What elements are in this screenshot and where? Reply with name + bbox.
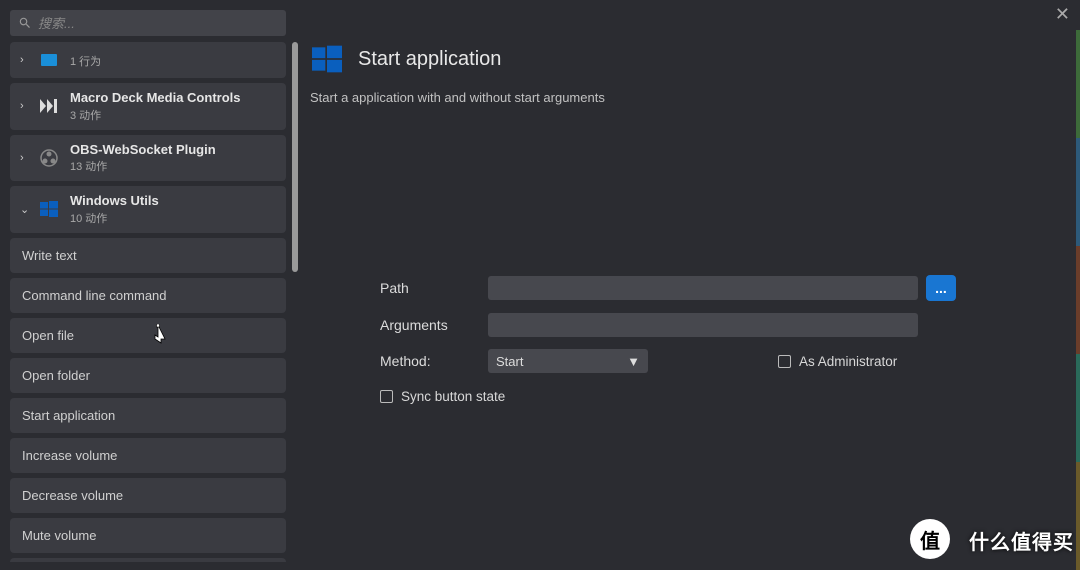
checkbox-icon	[380, 390, 393, 403]
watermark-text: 什么值得买	[969, 526, 1074, 555]
plugin-item-media[interactable]: › Macro Deck Media Controls 3 动作	[10, 83, 286, 130]
plugin-subtitle: 10 动作	[70, 210, 159, 226]
plugin-title: Windows Utils	[70, 193, 159, 209]
path-label: Path	[380, 280, 488, 296]
chevron-down-icon: ▼	[627, 354, 640, 369]
plugin-title: OBS-WebSocket Plugin	[70, 142, 216, 158]
action-decrease-volume[interactable]: Decrease volume	[10, 478, 286, 513]
plugin-subtitle: 13 动作	[70, 158, 216, 174]
sync-label: Sync button state	[401, 389, 505, 404]
chevron-right-icon: ›	[20, 54, 32, 66]
plugin-subtitle: 1 行为	[70, 53, 101, 69]
search-icon	[18, 16, 32, 30]
arguments-input[interactable]	[488, 313, 918, 337]
media-icon	[38, 95, 60, 117]
windows-icon	[38, 198, 60, 220]
windows-icon	[310, 42, 344, 76]
chevron-right-icon: ›	[20, 152, 32, 164]
chevron-down-icon: ⌄	[20, 203, 32, 216]
arguments-label: Arguments	[380, 317, 488, 333]
method-select[interactable]: Start ▼	[488, 349, 648, 373]
action-increase-volume[interactable]: Increase volume	[10, 438, 286, 473]
search-input[interactable]	[38, 16, 278, 31]
sync-checkbox[interactable]: Sync button state	[310, 389, 1060, 404]
page-description: Start a application with and without sta…	[310, 90, 1060, 105]
search-bar[interactable]	[10, 10, 286, 36]
close-button[interactable]: ✕	[1055, 4, 1070, 25]
action-write-text[interactable]: Write text	[10, 238, 286, 273]
checkbox-icon	[778, 355, 791, 368]
action-open-folder[interactable]: Open folder	[10, 358, 286, 393]
edge-decoration	[1076, 30, 1080, 570]
plugin-item-windows[interactable]: ⌄ Windows Utils 10 动作	[10, 186, 286, 233]
method-label: Method:	[380, 353, 488, 369]
plugin-item-obs[interactable]: › OBS-WebSocket Plugin 13 动作	[10, 135, 286, 182]
chevron-right-icon: ›	[20, 100, 32, 112]
browse-button[interactable]: ...	[926, 275, 956, 301]
action-open-file[interactable]: Open file	[10, 318, 286, 353]
admin-checkbox[interactable]: As Administrator	[778, 354, 897, 369]
watermark-badge: 值	[910, 519, 950, 559]
plugin-title: Macro Deck Media Controls	[70, 90, 241, 106]
action-mute-volume[interactable]: Mute volume	[10, 518, 286, 553]
plugin-item[interactable]: › 1 行为	[10, 42, 286, 78]
action-command-line[interactable]: Command line command	[10, 278, 286, 313]
obs-icon	[38, 147, 60, 169]
admin-label: As Administrator	[799, 354, 897, 369]
plugin-icon	[38, 49, 60, 71]
plugin-subtitle: 3 动作	[70, 107, 241, 123]
action-start-application[interactable]: Start application	[10, 398, 286, 433]
main-panel: Start application Start a application wi…	[310, 42, 1060, 559]
path-input[interactable]	[488, 276, 918, 300]
scrollbar-thumb[interactable]	[292, 42, 298, 272]
action-explorer-control[interactable]: Explorer control	[10, 558, 286, 562]
method-value: Start	[496, 354, 523, 369]
sidebar: › 1 行为 › Macro Deck Media Controls 3 动作 …	[10, 42, 286, 562]
page-title: Start application	[358, 48, 501, 71]
